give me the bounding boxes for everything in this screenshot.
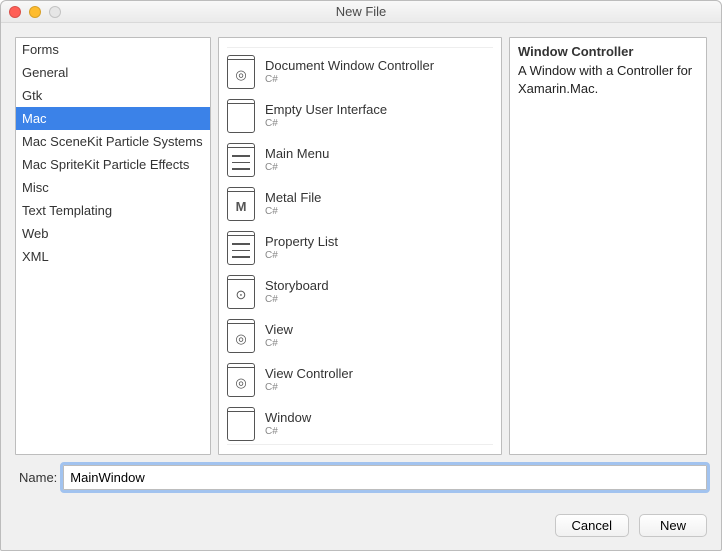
name-row: Name: [1,463,721,498]
sidebar-item-general[interactable]: General [16,61,210,84]
detail-description: A Window with a Controller for Xamarin.M… [518,62,698,97]
file-icon [227,99,255,133]
file-icon [227,231,255,265]
scroll-peek-top [227,38,493,48]
sidebar-item-mac-spritekit[interactable]: Mac SpriteKit Particle Effects [16,153,210,176]
detail-title: Window Controller [518,44,698,59]
sidebar-item-gtk[interactable]: Gtk [16,84,210,107]
template-name: View Controller [265,366,353,382]
minimize-icon[interactable] [29,6,41,18]
template-row-storyboard[interactable]: ⊙ StoryboardC# [219,270,501,314]
close-icon[interactable] [9,6,21,18]
template-row-view[interactable]: ◎ ViewC# [219,314,501,358]
sidebar-item-misc[interactable]: Misc [16,176,210,199]
sidebar-item-text-templating[interactable]: Text Templating [16,199,210,222]
template-row-view-controller[interactable]: ◎ View ControllerC# [219,358,501,402]
template-name: Window [265,410,311,426]
sidebar-item-web[interactable]: Web [16,222,210,245]
template-name: Property List [265,234,338,250]
file-icon: ⊙ [227,275,255,309]
sidebar-item-mac-scenekit[interactable]: Mac SceneKit Particle Systems [16,130,210,153]
template-sub: C# [265,426,311,438]
category-list[interactable]: Forms General Gtk Mac Mac SceneKit Parti… [15,37,211,455]
titlebar: New File [1,1,721,23]
template-name: Document Window Controller [265,58,434,74]
file-icon [227,407,255,441]
template-sub: C# [265,338,293,350]
file-icon: ◎ [227,55,255,89]
sidebar-item-forms[interactable]: Forms [16,38,210,61]
template-sub: C# [265,294,329,306]
template-sub: C# [265,250,338,262]
template-sub: C# [265,118,387,130]
file-icon [227,143,255,177]
file-icon: M [227,187,255,221]
template-name: View [265,322,293,338]
file-icon: ◎ [227,319,255,353]
name-input[interactable] [63,465,707,490]
detail-panel: Window Controller A Window with a Contro… [509,37,707,455]
template-sub: C# [265,162,329,174]
window-controls [9,6,61,18]
new-button[interactable]: New [639,514,707,537]
name-label: Name: [19,470,57,485]
new-file-dialog: New File Forms General Gtk Mac Mac Scene… [0,0,722,551]
template-sub: C# [265,206,321,218]
dialog-body: Forms General Gtk Mac Mac SceneKit Parti… [1,23,721,463]
template-name: Storyboard [265,278,329,294]
template-row-property-list[interactable]: Property ListC# [219,226,501,270]
template-name: Metal File [265,190,321,206]
file-icon: ◎ [227,363,255,397]
template-row-main-menu[interactable]: Main MenuC# [219,138,501,182]
zoom-icon[interactable] [49,6,61,18]
dialog-footer: Cancel New [1,498,721,547]
template-row-metal-file[interactable]: M Metal FileC# [219,182,501,226]
template-row-empty-user-interface[interactable]: Empty User InterfaceC# [219,94,501,138]
template-row-window[interactable]: WindowC# [219,402,501,442]
sidebar-item-mac[interactable]: Mac [16,107,210,130]
sidebar-item-xml[interactable]: XML [16,245,210,268]
template-sub: C# [265,382,353,394]
template-sub: C# [265,74,434,86]
template-name: Empty User Interface [265,102,387,118]
template-name: Main Menu [265,146,329,162]
scroll-peek-bottom [227,444,493,454]
cancel-button[interactable]: Cancel [555,514,629,537]
template-scroll: ◎ Document Window ControllerC# Empty Use… [219,50,501,442]
template-row-document-window-controller[interactable]: ◎ Document Window ControllerC# [219,50,501,94]
window-title: New File [1,4,721,19]
template-list[interactable]: ◎ Document Window ControllerC# Empty Use… [218,37,502,455]
